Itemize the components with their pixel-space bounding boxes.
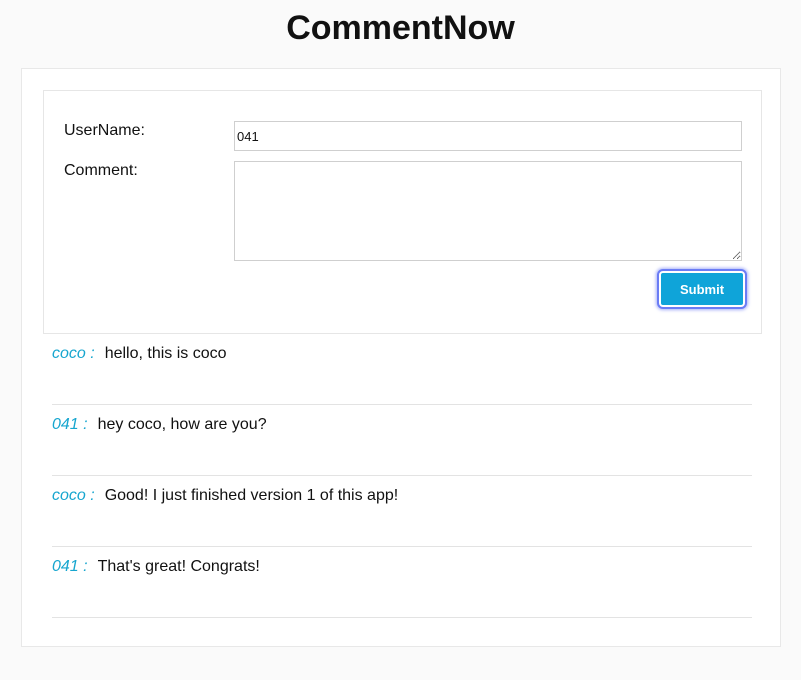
comment-item: 041 : That's great! Congrats! [52,547,752,618]
comment-item: coco : hello, this is coco [52,334,752,405]
comment-username: 041 : [52,558,88,575]
username-label: UserName: [64,122,145,139]
comment-text: hello, this is coco [104,345,227,362]
comment-item: 041 : hey coco, how are you? [52,405,752,476]
submit-button[interactable]: Submit [659,271,745,307]
main-container: UserName: Comment: Submit coco : hello, t… [21,68,781,647]
comment-item: coco : Good! I just finished version 1 of… [52,476,752,547]
comment-username: coco : [52,345,95,362]
comment-text: Good! I just finished version 1 of this … [104,487,399,504]
page-title: CommentNow [286,9,515,47]
comment-text: That's great! Congrats! [97,558,260,575]
comment-text: hey coco, how are you? [97,416,267,433]
comment-username: coco : [52,487,95,504]
comment-list: coco : hello, this is coco 041 : hey coco,… [52,334,752,618]
comment-textarea[interactable] [234,161,742,261]
comment-form: UserName: Comment: Submit [43,90,762,334]
username-input[interactable] [234,121,742,151]
comment-label: Comment: [64,162,138,179]
comment-username: 041 : [52,416,88,433]
